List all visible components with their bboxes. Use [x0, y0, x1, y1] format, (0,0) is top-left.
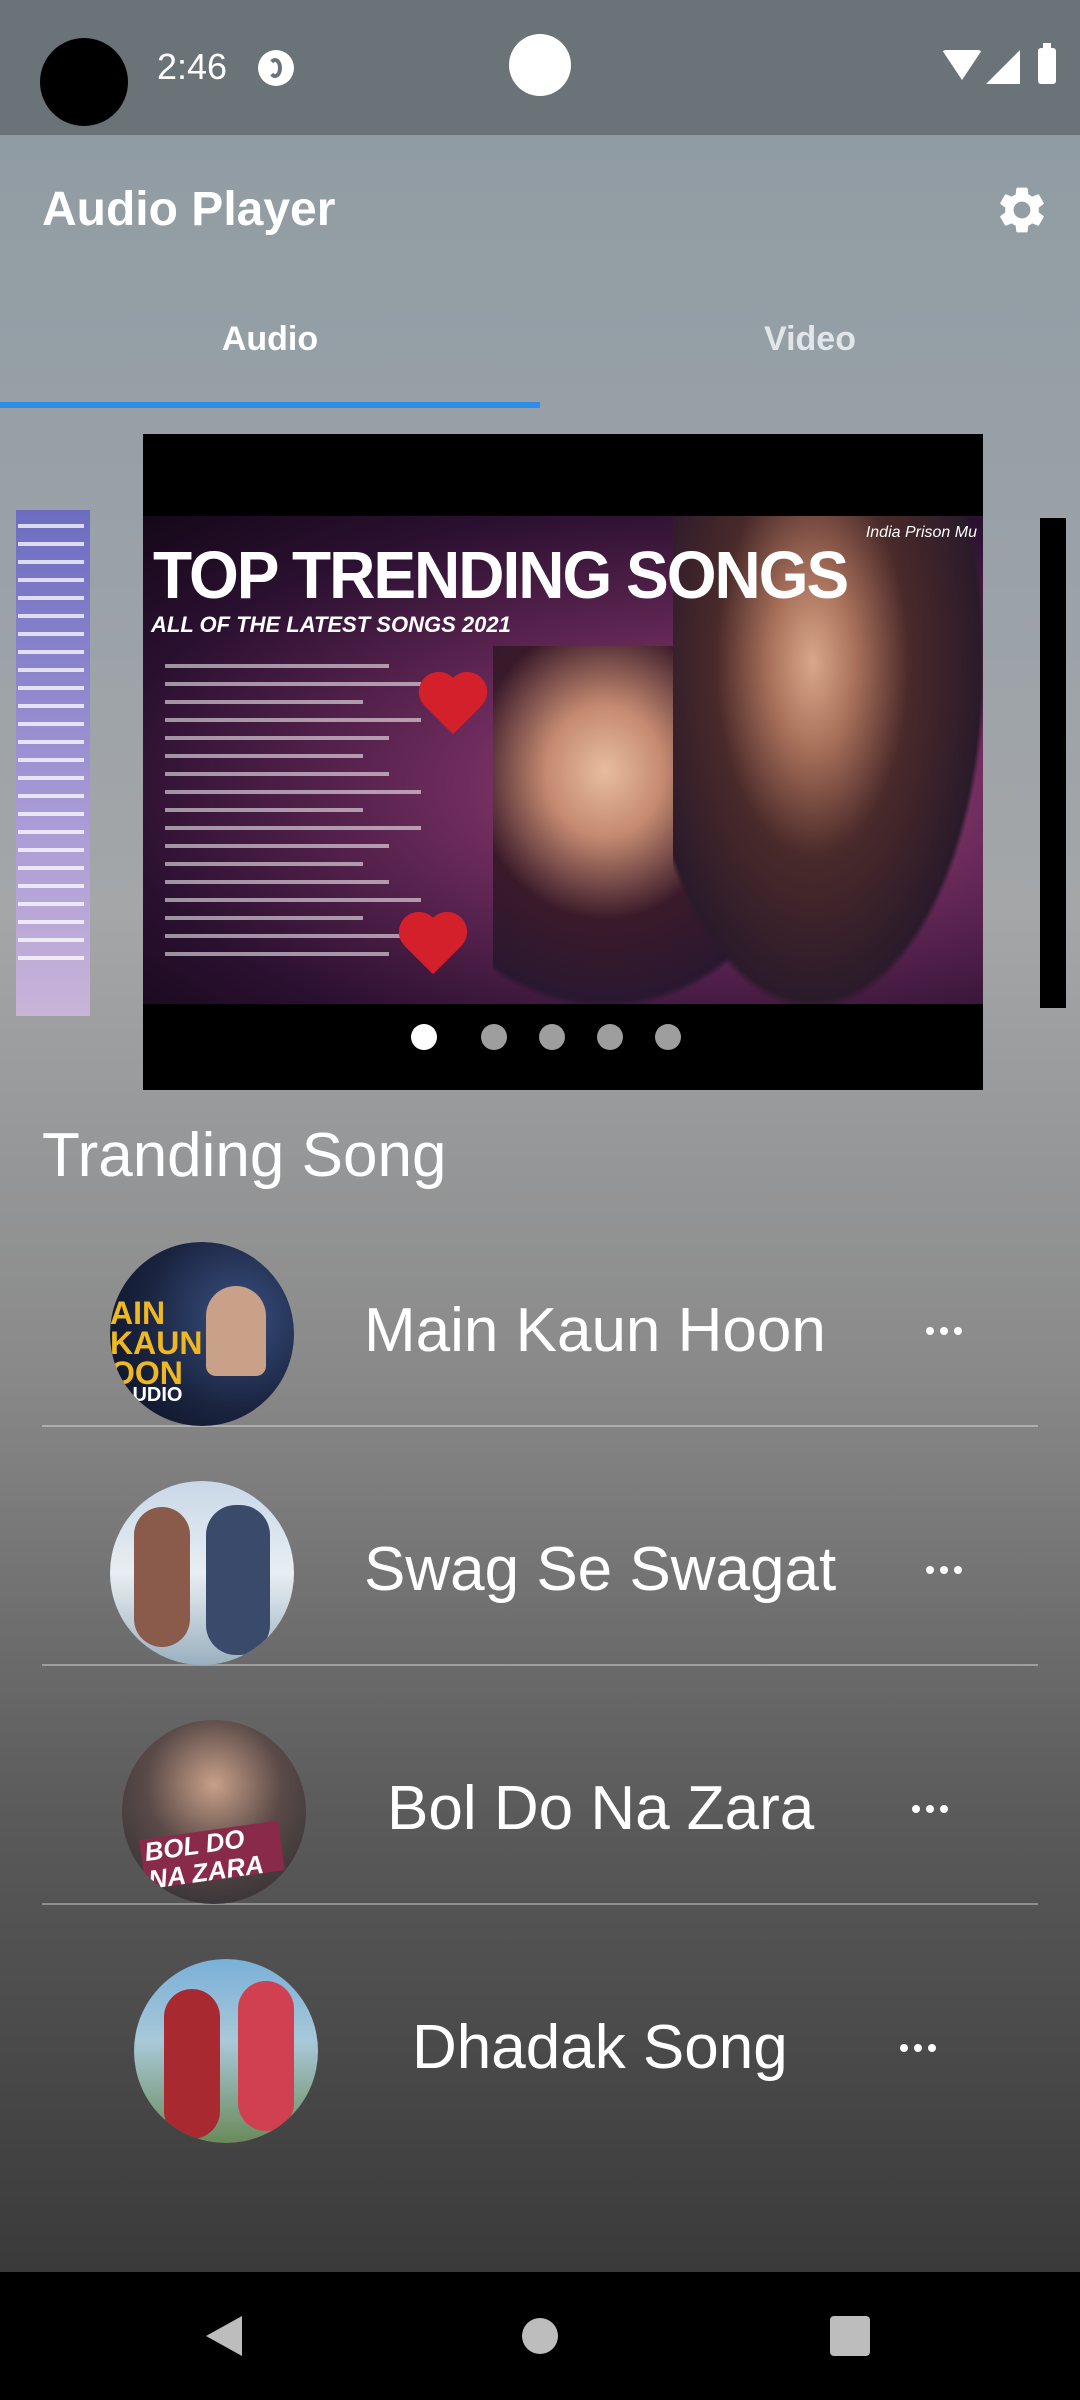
app-title: Audio Player: [42, 183, 336, 236]
cell-signal-icon: [986, 50, 1020, 84]
thumbnail-figure: [206, 1286, 266, 1376]
recents-square-icon[interactable]: [830, 2316, 870, 2356]
banner-title: TOP TRENDING SONGS: [153, 537, 849, 613]
carousel-next-slide[interactable]: [1040, 518, 1066, 1008]
gear-icon: [1000, 187, 1044, 233]
page-dot[interactable]: [655, 1024, 681, 1050]
tab-indicator: [0, 402, 540, 408]
thumbnail-figure: [164, 1989, 220, 2139]
page-dot[interactable]: [539, 1024, 565, 1050]
thumbnail-art: AIN KAUN OON: [110, 1295, 203, 1391]
thumbnail-figure: [134, 1507, 190, 1647]
song-list-item[interactable]: AIN KAUN OON AUDIO Main Kaun Hoon: [42, 1187, 1038, 1427]
carousel-previous-slide[interactable]: [16, 510, 90, 1016]
song-thumbnail: [134, 1959, 318, 2143]
song-title: Main Kaun Hoon: [364, 1296, 826, 1365]
song-list-item[interactable]: Dhadak Song: [42, 1904, 1038, 2143]
more-horizontal-icon[interactable]: [926, 1562, 966, 1576]
back-triangle-icon[interactable]: [206, 2316, 242, 2356]
battery-icon: [1038, 43, 1056, 84]
tab-video[interactable]: Video: [540, 320, 1080, 359]
app-screen: 2:46 Audio Player Audio Video TOP TRENDI…: [0, 0, 1080, 2272]
home-circle-icon[interactable]: [522, 2318, 558, 2354]
carousel-page-indicator: [143, 1024, 983, 1054]
section-title: Tranding Song: [42, 1121, 447, 1190]
thumbnail-label: AUDIO: [118, 1384, 183, 1406]
song-title: Swag Se Swagat: [364, 1535, 837, 1604]
wifi-icon: [942, 50, 982, 80]
more-horizontal-icon[interactable]: [926, 1323, 966, 1337]
song-thumbnail: AIN KAUN OON AUDIO: [110, 1242, 294, 1426]
tab-audio[interactable]: Audio: [0, 320, 540, 359]
notification-app-icon: [258, 50, 294, 86]
song-title: Bol Do Na Zara: [387, 1774, 815, 1843]
song-title: Dhadak Song: [412, 2013, 788, 2082]
thumbnail-figure: [206, 1505, 270, 1655]
front-camera-icon: [509, 34, 571, 96]
thumbnail-figure: [238, 1981, 294, 2131]
status-bar: 2:46: [0, 0, 1080, 135]
system-nav-bar: [0, 2272, 1080, 2400]
carousel-current-slide[interactable]: TOP TRENDING SONGS ALL OF THE LATEST SON…: [143, 434, 983, 1090]
thumbnail-art: BOL DO NA ZARA: [142, 1823, 266, 1895]
settings-button[interactable]: [994, 182, 1050, 238]
banner-image: TOP TRENDING SONGS ALL OF THE LATEST SON…: [143, 516, 983, 1004]
song-thumbnail: BOL DO NA ZARA: [122, 1720, 306, 1904]
banner-watermark: India Prison Mu: [865, 524, 977, 541]
song-list-item[interactable]: BOL DO NA ZARA Bol Do Na Zara: [42, 1665, 1038, 1905]
more-horizontal-icon[interactable]: [912, 1801, 952, 1815]
page-dot[interactable]: [481, 1024, 507, 1050]
song-list-item[interactable]: Swag Se Swagat: [42, 1426, 1038, 1666]
song-thumbnail: [110, 1481, 294, 1665]
more-horizontal-icon[interactable]: [900, 2040, 940, 2054]
banner-subtitle: ALL OF THE LATEST SONGS 2021: [151, 612, 511, 637]
status-time: 2:46: [157, 46, 228, 87]
camera-cutout: [40, 38, 128, 126]
page-dot[interactable]: [411, 1024, 437, 1050]
page-dot[interactable]: [597, 1024, 623, 1050]
